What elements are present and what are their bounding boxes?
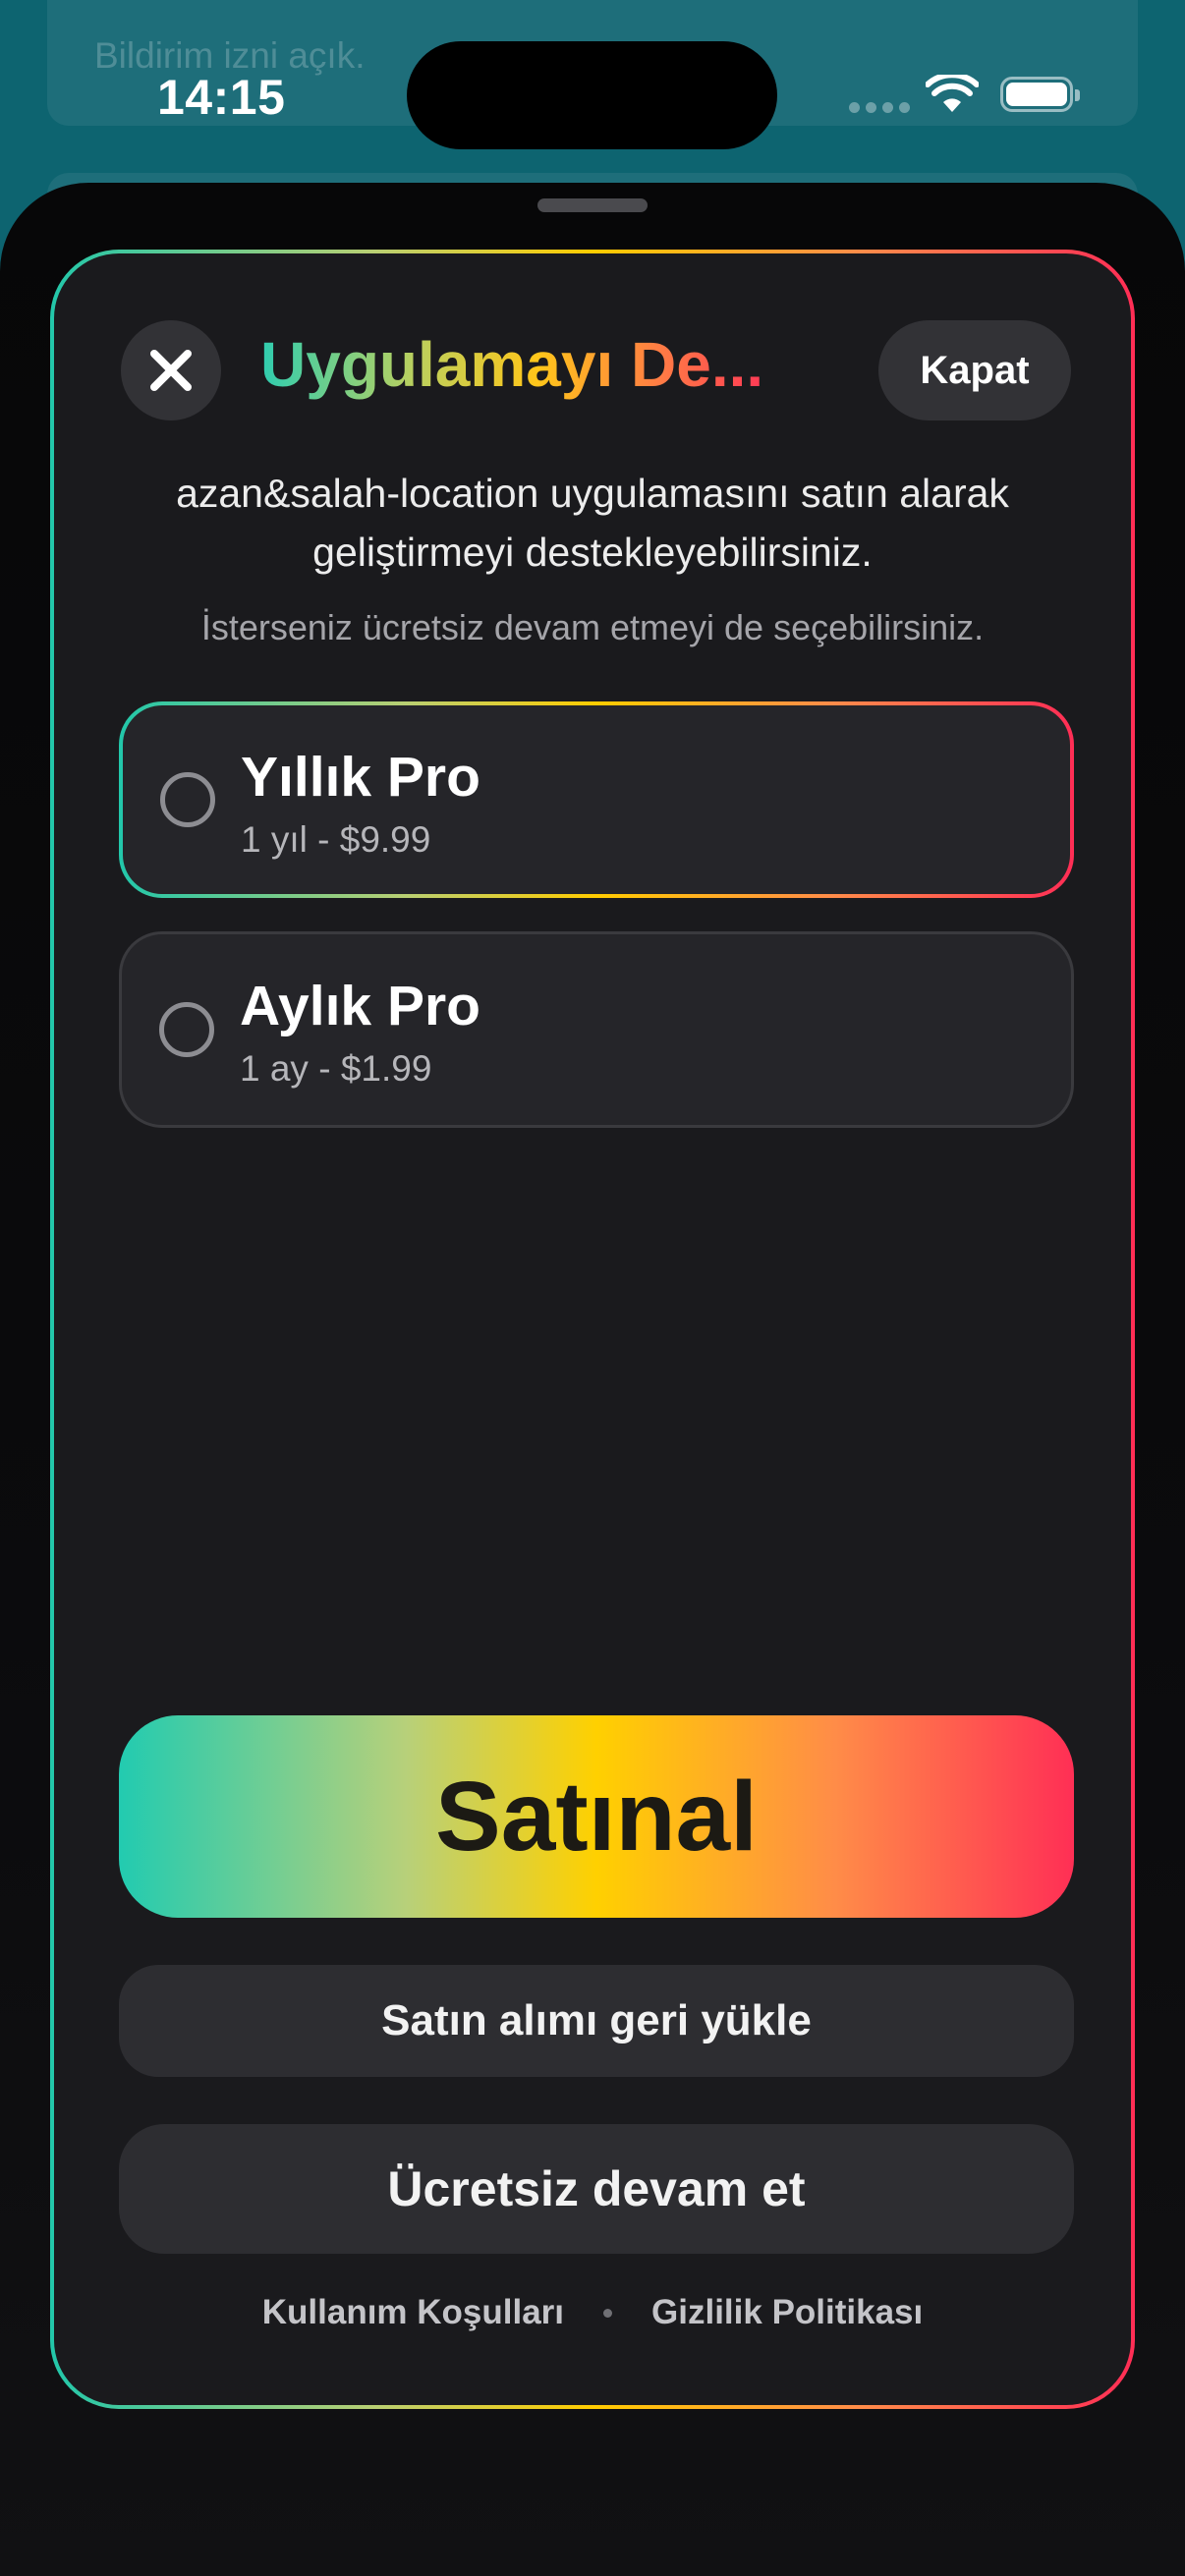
restore-purchase-button[interactable]: Satın alımı geri yükle — [119, 1965, 1074, 2077]
radio-unchecked-icon[interactable] — [160, 772, 215, 827]
paywall-frame: Uygulamayı De... Kapat azan&salah-locati… — [50, 250, 1135, 2409]
continue-free-button[interactable]: Ücretsiz devam et — [119, 2124, 1074, 2254]
plan-title: Aylık Pro — [240, 975, 480, 1037]
plan-option-monthly[interactable]: Aylık Pro 1 ay - $1.99 — [119, 931, 1074, 1128]
dynamic-island — [407, 41, 777, 149]
battery-icon — [1000, 77, 1080, 112]
sheet-grabber[interactable] — [537, 198, 648, 212]
paywall-content: Uygulamayı De... Kapat azan&salah-locati… — [54, 253, 1131, 2405]
wifi-icon — [926, 75, 979, 112]
paywall-title: Uygulamayı De... — [260, 329, 764, 400]
terms-link[interactable]: Kullanım Koşulları — [262, 2293, 564, 2332]
buy-button[interactable]: Satınal — [119, 1715, 1074, 1918]
kapat-button[interactable]: Kapat — [878, 320, 1071, 420]
legal-links: Kullanım Koşulları Gizlilik Politikası — [54, 2293, 1131, 2332]
plan-price: 1 ay - $1.99 — [240, 1048, 432, 1089]
close-icon — [150, 350, 192, 391]
cellular-signal-icon — [849, 102, 910, 113]
plan-title: Yıllık Pro — [241, 746, 480, 809]
privacy-link[interactable]: Gizlilik Politikası — [651, 2293, 923, 2332]
plan-price: 1 yıl - $9.99 — [241, 819, 431, 860]
close-button[interactable] — [121, 320, 221, 420]
radio-unchecked-icon[interactable] — [159, 1002, 214, 1057]
plan-option-yearly[interactable]: Yıllık Pro 1 yıl - $9.99 — [119, 701, 1074, 898]
separator-dot — [603, 2308, 613, 2318]
status-time: 14:15 — [157, 70, 286, 125]
paywall-note: İsterseniz ücretsiz devam etmeyi de seçe… — [200, 607, 985, 647]
paywall-subtitle: azan&salah-location uygulamasını satın a… — [176, 471, 1009, 575]
